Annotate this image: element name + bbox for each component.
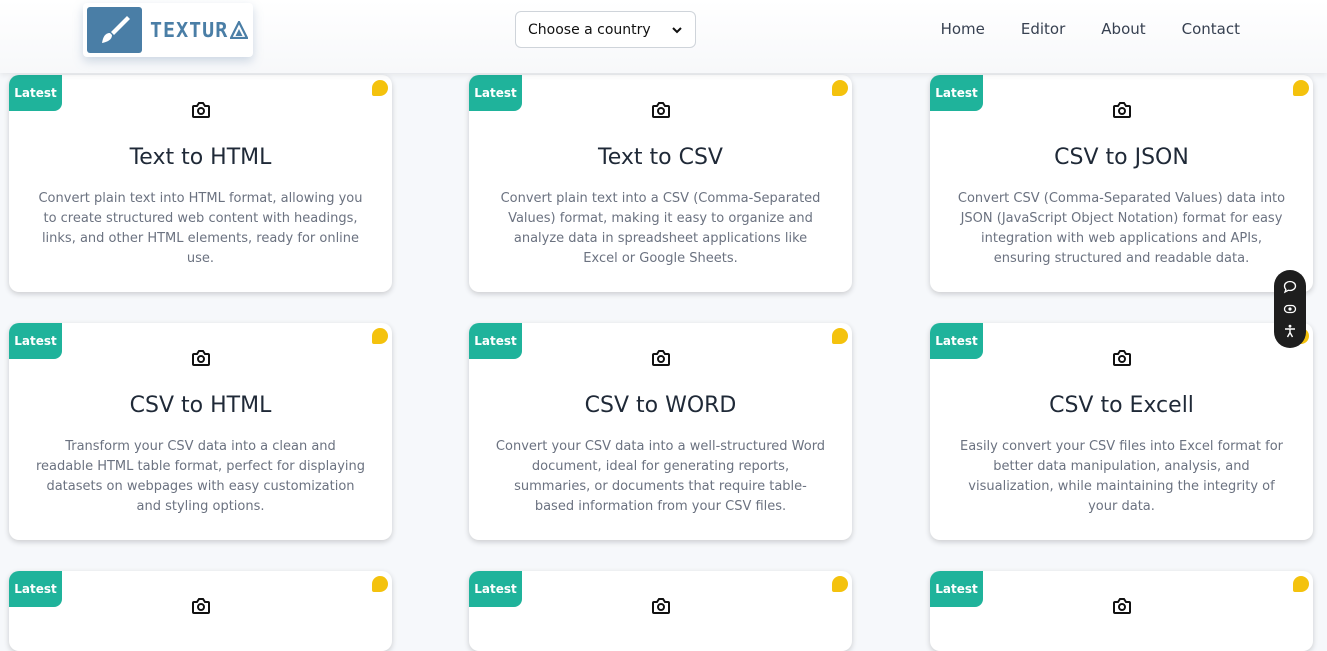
main-nav: Home Editor About Contact [941, 20, 1240, 38]
camera-icon[interactable] [1112, 349, 1132, 367]
camera-icon[interactable] [651, 101, 671, 119]
camera-icon[interactable] [1112, 101, 1132, 119]
tool-card-text-to-html[interactable]: Latest Text to HTML Convert plain text i… [9, 75, 392, 292]
eye-icon[interactable] [1283, 302, 1297, 316]
logo[interactable]: TEXTUR [83, 3, 253, 57]
camera-icon[interactable] [191, 349, 211, 367]
latest-badge: Latest [9, 323, 62, 359]
country-select-value: Choose a country [528, 21, 651, 38]
tool-card-csv-to-word[interactable]: Latest CSV to WORD Convert your CSV data… [469, 323, 852, 540]
status-dot [372, 328, 388, 344]
latest-badge: Latest [469, 571, 522, 607]
card-description: Easily convert your CSV files into Excel… [959, 439, 1283, 514]
nav-home[interactable]: Home [941, 20, 985, 38]
brush-logo-icon [87, 7, 142, 53]
tool-card[interactable]: Latest [9, 571, 392, 651]
card-title: CSV to JSON [1054, 145, 1189, 170]
country-select[interactable]: Choose a country [515, 11, 696, 48]
camera-icon[interactable] [191, 101, 211, 119]
card-description: Convert plain text into HTML format, all… [38, 191, 363, 266]
camera-icon[interactable] [1112, 597, 1132, 615]
latest-badge: Latest [469, 323, 522, 359]
triangle-logo-icon [230, 21, 249, 39]
latest-badge: Latest [930, 571, 983, 607]
tool-card[interactable]: Latest [930, 571, 1313, 651]
status-dot [1293, 576, 1309, 592]
tool-card[interactable]: Latest [469, 571, 852, 651]
card-title: Text to CSV [598, 145, 723, 170]
tool-card-text-to-csv[interactable]: Latest Text to CSV Convert plain text in… [469, 75, 852, 292]
latest-badge: Latest [9, 571, 62, 607]
camera-icon[interactable] [191, 597, 211, 615]
card-description: Convert your CSV data into a well-struct… [495, 439, 826, 514]
floating-toolbar [1274, 270, 1306, 348]
nav-about[interactable]: About [1101, 20, 1145, 38]
card-title: CSV to WORD [584, 393, 737, 418]
status-dot [372, 576, 388, 592]
latest-badge: Latest [930, 323, 983, 359]
latest-badge: Latest [9, 75, 62, 111]
card-description: Convert CSV (Comma-Separated Values) dat… [957, 191, 1286, 266]
nav-editor[interactable]: Editor [1021, 20, 1065, 38]
card-title: CSV to Excell [1049, 393, 1194, 418]
camera-icon[interactable] [651, 597, 671, 615]
tool-card-csv-to-json[interactable]: Latest CSV to JSON Convert CSV (Comma-Se… [930, 75, 1313, 292]
nav-contact[interactable]: Contact [1182, 20, 1240, 38]
chevron-down-icon [672, 26, 682, 33]
accessibility-icon[interactable] [1283, 324, 1297, 338]
status-dot [832, 80, 848, 96]
camera-icon[interactable] [651, 349, 671, 367]
card-description: Transform your CSV data into a clean and… [35, 439, 366, 514]
status-dot [1293, 80, 1309, 96]
tool-card-csv-to-excel[interactable]: Latest CSV to Excell Easily convert your… [930, 323, 1313, 540]
status-dot [372, 80, 388, 96]
status-dot [832, 576, 848, 592]
site-header: TEXTUR Choose a country Home Editor Abou… [0, 0, 1327, 73]
card-description: Convert plain text into a CSV (Comma-Sep… [500, 191, 821, 266]
latest-badge: Latest [930, 75, 983, 111]
tool-card-csv-to-html[interactable]: Latest CSV to HTML Transform your CSV da… [9, 323, 392, 540]
latest-badge: Latest [469, 75, 522, 111]
logo-text: TEXTUR [150, 18, 249, 42]
chat-icon[interactable] [1283, 280, 1297, 294]
status-dot [832, 328, 848, 344]
card-title: CSV to HTML [129, 393, 272, 418]
card-title: Text to HTML [129, 145, 272, 170]
